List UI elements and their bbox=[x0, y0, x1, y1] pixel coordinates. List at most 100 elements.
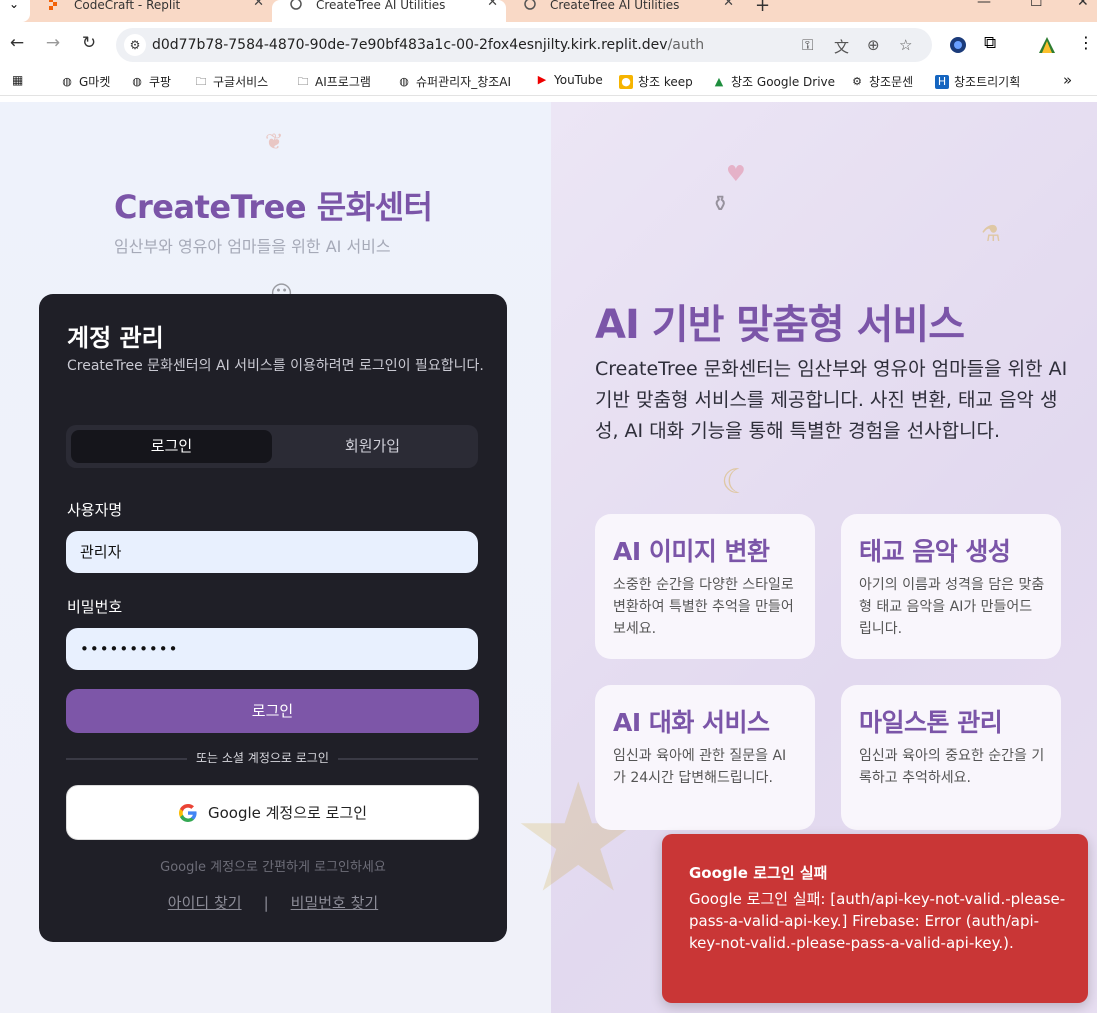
google-login-button[interactable]: Google 계정으로 로그인 bbox=[66, 785, 479, 840]
menu-icon[interactable]: ⋮ bbox=[1078, 33, 1097, 53]
globe-icon: ◍ bbox=[399, 74, 409, 88]
forward-icon[interactable]: → bbox=[41, 33, 65, 53]
google-icon bbox=[178, 803, 197, 822]
bookmark-munsen[interactable]: ⚙ 창조문센 bbox=[850, 73, 913, 90]
error-toast[interactable]: Google 로그인 실패 Google 로그인 실패: [auth/api-k… bbox=[662, 834, 1088, 1003]
window-close-icon[interactable]: ✕ bbox=[1077, 0, 1089, 10]
auth-tabs: 로그인 회원가입 bbox=[66, 425, 478, 468]
bookmark-keep[interactable]: ● 창조 keep bbox=[619, 73, 693, 90]
close-icon[interactable]: ✕ bbox=[487, 0, 498, 9]
link-separator: | bbox=[263, 894, 269, 912]
moon-icon: ☾ bbox=[721, 462, 752, 502]
zoom-icon[interactable]: ⊕ bbox=[867, 36, 880, 54]
tab-createtree[interactable]: CreateTree AI Utilities ✕ bbox=[506, 0, 742, 22]
more-bookmarks-icon[interactable]: » bbox=[1063, 71, 1072, 89]
gear-icon: ⚙ bbox=[852, 74, 862, 88]
bookmark-google-services[interactable]: 🗀 구글서비스 bbox=[194, 73, 269, 90]
close-icon[interactable]: ✕ bbox=[253, 0, 264, 9]
google-button-label: Google 계정으로 로그인 bbox=[207, 804, 368, 822]
username-label: 사용자명 bbox=[67, 501, 123, 519]
bookmark-youtube[interactable]: ▶ YouTube bbox=[535, 73, 603, 87]
drive-icon: ▲ bbox=[714, 74, 724, 88]
bookmark-super-admin[interactable]: ◍ 슈퍼관리자_창조AI bbox=[397, 73, 511, 90]
feature-title: AI 이미지 변환 bbox=[613, 537, 770, 566]
tab-title: CreateTree AI Utilities bbox=[550, 0, 680, 12]
browser-toolbar: ← → ↻ ⚙ d0d77b78-7584-4870-90de-7e90bf48… bbox=[0, 22, 1097, 68]
tab-login[interactable]: 로그인 bbox=[71, 430, 272, 463]
card-title: 계정 관리 bbox=[67, 324, 164, 352]
feature-title: AI 대화 서비스 bbox=[613, 708, 770, 737]
youtube-icon: ▶ bbox=[537, 73, 547, 86]
translate-icon[interactable]: 文 bbox=[834, 36, 849, 57]
h-icon: H bbox=[935, 74, 949, 89]
brand-subtitle: 임산부와 영유아 엄마들을 위한 AI 서비스 bbox=[114, 237, 391, 256]
close-icon[interactable]: ✕ bbox=[723, 0, 734, 9]
url-text: d0d77b78-7584-4870-90de-7e90bf483a1c-00-… bbox=[152, 37, 705, 53]
bottle-icon: ⚱ bbox=[711, 192, 730, 217]
tab-strip: ⌄ CodeCraft - Replit ✕ CreateTree AI Uti… bbox=[0, 0, 1097, 22]
flask-icon: ⚗ bbox=[981, 222, 1001, 247]
apps-grid-icon[interactable]: ▦ bbox=[12, 73, 23, 87]
find-password-link[interactable]: 비밀번호 찾기 bbox=[291, 894, 379, 912]
hero-description: CreateTree 문화센터는 임산부와 영유아 엄마들을 위한 AI 기반 … bbox=[595, 358, 1068, 442]
bookmark-gmarket[interactable]: ◍ G마켓 bbox=[60, 73, 110, 90]
profile-icon[interactable] bbox=[1037, 35, 1057, 55]
new-tab-icon[interactable]: + bbox=[755, 0, 770, 16]
globe-icon bbox=[290, 0, 302, 10]
extensions-puzzle-icon[interactable]: ⧉ bbox=[984, 33, 1004, 53]
back-icon[interactable]: ← bbox=[5, 33, 29, 53]
bookmark-ai-programs[interactable]: 🗀 AI프로그램 bbox=[296, 73, 371, 90]
brand-title: CreateTree 문화센터 bbox=[114, 188, 433, 226]
minimize-icon[interactable]: — bbox=[977, 0, 991, 10]
site-info-icon[interactable]: ⚙ bbox=[124, 34, 146, 56]
feature-title: 마일스톤 관리 bbox=[859, 708, 1003, 737]
toast-body: Google 로그인 실패: [auth/api-key-not-valid.-… bbox=[689, 890, 1066, 952]
folder-icon: 🗀 bbox=[195, 74, 207, 88]
chevron-down-icon: ⌄ bbox=[9, 0, 20, 11]
hero-title: AI 기반 맞춤형 서비스 bbox=[595, 302, 965, 348]
feature-card-milestone[interactable]: 마일스톤 관리 임신과 육아의 중요한 순간을 기록하고 추억하세요. bbox=[841, 685, 1061, 830]
divider-text: 또는 소셜 계정으로 로그인 bbox=[187, 749, 338, 766]
tab-createtree-active[interactable]: CreateTree AI Utilities ✕ bbox=[272, 0, 506, 22]
address-bar[interactable]: ⚙ d0d77b78-7584-4870-90de-7e90bf483a1c-0… bbox=[116, 28, 932, 62]
find-id-link[interactable]: 아이디 찾기 bbox=[168, 894, 242, 912]
key-icon[interactable]: ⚿ bbox=[802, 36, 813, 54]
feature-card-music[interactable]: 태교 음악 생성 아기의 이름과 성격을 담은 맞춤형 태교 음악을 AI가 만… bbox=[841, 514, 1061, 659]
tab-title: CreateTree AI Utilities bbox=[316, 0, 446, 12]
feature-card-image[interactable]: AI 이미지 변환 소중한 순간을 다양한 스타일로 변환하여 특별한 추억을 … bbox=[595, 514, 815, 659]
find-links: 아이디 찾기 | 비밀번호 찾기 bbox=[39, 892, 507, 913]
login-button[interactable]: 로그인 bbox=[66, 689, 479, 733]
heart-icon: ♥ bbox=[726, 162, 746, 187]
keep-icon: ● bbox=[619, 74, 633, 89]
reload-icon[interactable]: ↻ bbox=[77, 33, 101, 53]
tab-title: CodeCraft - Replit bbox=[74, 0, 181, 12]
maximize-icon[interactable]: ☐ bbox=[1030, 0, 1043, 10]
feature-text: 임신과 육아의 중요한 순간을 기록하고 추억하세요. bbox=[859, 748, 1045, 786]
bookmark-google-drive[interactable]: ▲ 창조 Google Drive bbox=[712, 73, 835, 90]
bookmark-planning[interactable]: H 창조트리기획 bbox=[935, 73, 1020, 90]
bookmark-star-icon[interactable]: ☆ bbox=[899, 36, 912, 54]
bookmarks-bar: ▦ ◍ G마켓 ◍ 쿠팡 🗀 구글서비스 🗀 AI프로그램 ◍ 슈퍼관리자_창조AI ▶ Y… bbox=[0, 68, 1097, 96]
left-panel: ❦ ☺ ★ CreateTree 문화센터 임산부와 영유아 엄마들을 위한 A… bbox=[0, 102, 551, 1013]
tab-signup[interactable]: 회원가입 bbox=[272, 430, 473, 463]
feature-text: 아기의 이름과 성격을 담은 맞춤형 태교 음악을 AI가 만들어드립니다. bbox=[859, 577, 1045, 637]
google-hint: Google 계정으로 간편하게 로그인하세요 bbox=[160, 860, 386, 875]
globe-icon: ◍ bbox=[132, 74, 142, 88]
login-card: 계정 관리 CreateTree 문화센터의 AI 서비스를 이용하려면 로그인… bbox=[39, 294, 507, 942]
password-input[interactable]: •••••••••• bbox=[66, 628, 478, 670]
feature-title: 태교 음악 생성 bbox=[859, 537, 1011, 566]
replit-icon bbox=[48, 0, 60, 10]
toast-title: Google 로그인 실패 bbox=[689, 864, 828, 882]
username-input[interactable]: 관리자 bbox=[66, 531, 478, 573]
bookmark-coupang[interactable]: ◍ 쿠팡 bbox=[130, 73, 171, 90]
extension-icon[interactable] bbox=[948, 35, 968, 55]
feature-card-chat[interactable]: AI 대화 서비스 임신과 육아에 관한 질문을 AI가 24시간 답변해드립니… bbox=[595, 685, 815, 830]
globe-icon bbox=[524, 0, 536, 10]
feature-text: 소중한 순간을 다양한 스타일로 변환하여 특별한 추억을 만들어보세요. bbox=[613, 577, 794, 637]
globe-icon: ◍ bbox=[62, 74, 72, 88]
tab-search-button[interactable]: ⌄ bbox=[0, 0, 30, 22]
leaf-icon: ❦ bbox=[265, 130, 284, 155]
feature-text: 임신과 육아에 관한 질문을 AI가 24시간 답변해드립니다. bbox=[613, 748, 787, 786]
card-description: CreateTree 문화센터의 AI 서비스를 이용하려면 로그인이 필요합니… bbox=[67, 358, 484, 374]
tab-codecraft[interactable]: CodeCraft - Replit ✕ bbox=[30, 0, 272, 22]
